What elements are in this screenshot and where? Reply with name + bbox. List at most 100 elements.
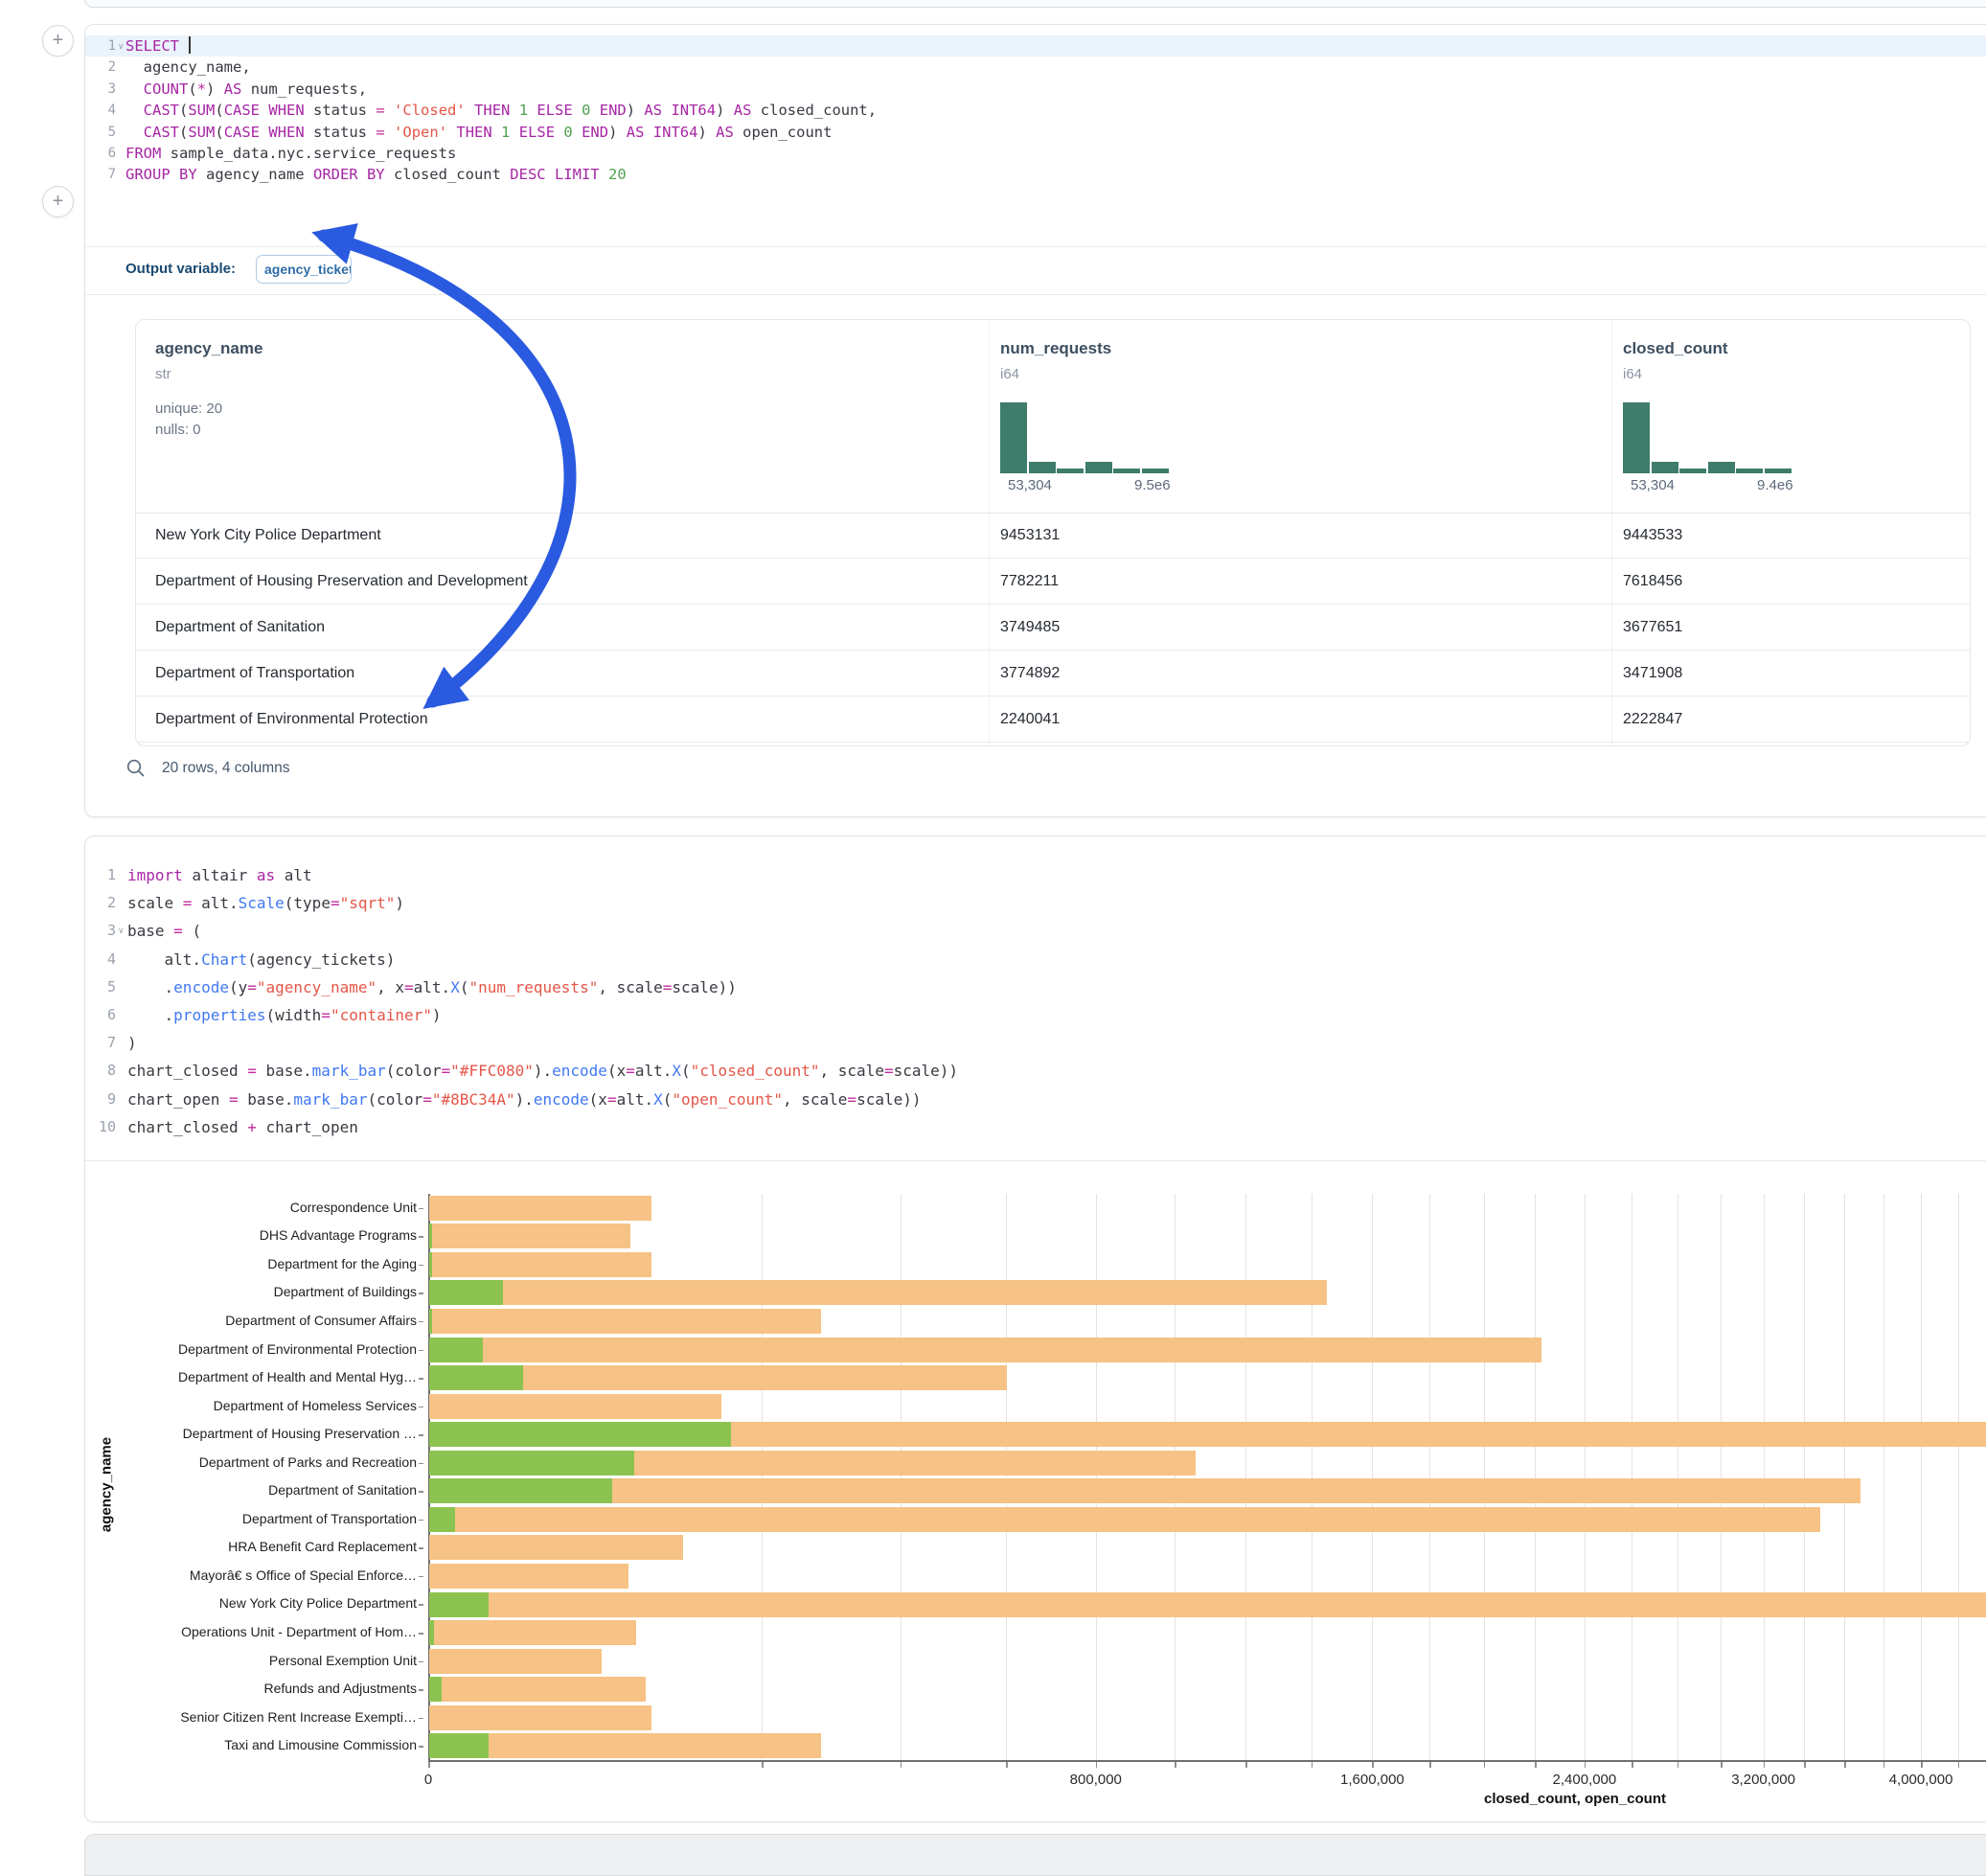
column-type: i64 <box>1000 366 1019 382</box>
notebook-canvas: + + 1∨SELECT 2 agency_name,3 COUNT(*) AS… <box>0 0 1986 1863</box>
gridline <box>762 1194 763 1760</box>
gridline <box>1921 1194 1922 1760</box>
axis-tick <box>762 1762 764 1768</box>
y-axis-label: Department of Homeless Services <box>101 1398 417 1413</box>
axis-tick <box>1245 1762 1247 1768</box>
axis-tick <box>419 1321 423 1323</box>
altair-chart: agency_name closed_count, open_count 080… <box>85 836 1986 1821</box>
code-token: CAST <box>144 102 179 119</box>
hist-max-label: 9.4e6 <box>1757 477 1793 493</box>
code-token: num_requests, <box>241 80 367 98</box>
code-line[interactable]: 1∨SELECT <box>85 35 1986 57</box>
hist-min-label: 53,304 <box>1008 477 1052 493</box>
chevron-down-icon[interactable]: ∨ <box>118 35 125 57</box>
line-number: 1 <box>89 35 116 57</box>
line-number: 2 <box>89 57 116 78</box>
code-token: INT64 <box>671 102 716 119</box>
gridline <box>1429 1194 1430 1760</box>
gridline <box>1958 1194 1959 1760</box>
code-line[interactable]: 2 agency_name, <box>85 57 1986 78</box>
code-line[interactable]: 6FROM sample_data.nyc.service_requests <box>85 143 1986 164</box>
table-cell: Department of Housing Preservation and D… <box>155 559 528 604</box>
hist-bar <box>1623 402 1650 473</box>
text-cursor <box>189 36 191 54</box>
line-number: 3 <box>89 79 116 100</box>
axis-tick <box>419 1604 423 1606</box>
axis-tick <box>419 1236 423 1238</box>
bar-closed <box>429 1280 1327 1305</box>
code-token <box>126 124 144 141</box>
axis-tick <box>419 1520 423 1521</box>
code-line[interactable]: 4 CAST(SUM(CASE WHEN status = 'Closed' T… <box>85 100 1986 121</box>
y-axis-label: Senior Citizen Rent Increase Exempti… <box>101 1709 417 1725</box>
code-token: ( <box>188 80 196 98</box>
hist-bar <box>1765 469 1792 473</box>
code-token <box>644 124 652 141</box>
code-token: ELSE <box>519 124 555 141</box>
bar-open <box>429 1592 489 1617</box>
search-icon[interactable] <box>126 758 147 779</box>
code-token: AS <box>734 102 752 119</box>
code-token: DESC <box>510 166 545 183</box>
table-cell: 3749485 <box>1000 605 1060 650</box>
axis-tick <box>419 1661 423 1663</box>
gridline <box>1721 1194 1722 1760</box>
code-token: AS <box>716 124 734 141</box>
hist-max-label: 9.5e6 <box>1134 477 1171 493</box>
x-tick-label: 3,200,000 <box>1731 1772 1795 1788</box>
code-token: ( <box>215 124 223 141</box>
gridline <box>1312 1194 1313 1760</box>
bar-closed <box>429 1592 1986 1617</box>
code-token <box>573 102 582 119</box>
code-token: CAST <box>144 124 179 141</box>
gridline <box>1096 1194 1097 1760</box>
add-cell-button[interactable]: + <box>42 25 74 57</box>
code-token: WHEN <box>268 102 304 119</box>
axis-tick <box>419 1576 423 1578</box>
table-row: Department of Housing Preservation and D… <box>136 559 1970 605</box>
code-token: SUM <box>188 102 215 119</box>
axis-tick <box>1535 1762 1537 1768</box>
next-cell-edge <box>84 1834 1986 1876</box>
column-histogram <box>1000 397 1173 473</box>
hist-bar <box>1057 469 1084 473</box>
gridline <box>1372 1194 1373 1760</box>
y-axis-label: Department of Consumer Affairs <box>101 1313 417 1328</box>
y-axis-label: Department of Buildings <box>101 1284 417 1299</box>
axis-tick <box>1372 1762 1374 1768</box>
column-header[interactable]: agency_name <box>155 339 263 358</box>
previous-cell-edge <box>84 0 1986 8</box>
column-header[interactable]: num_requests <box>1000 339 1111 358</box>
x-tick-label: 1,600,000 <box>1340 1772 1404 1788</box>
hist-bar <box>1736 469 1763 473</box>
code-token: sample_data.nyc.service_requests <box>161 145 456 162</box>
code-token <box>447 124 456 141</box>
axis-tick <box>1958 1762 1960 1768</box>
code-line[interactable]: 7GROUP BY agency_name ORDER BY closed_co… <box>85 164 1986 185</box>
code-line[interactable]: 5 CAST(SUM(CASE WHEN status = 'Open' THE… <box>85 122 1986 143</box>
x-tick-label: 4,000,000 <box>1889 1772 1953 1788</box>
output-variable-pill[interactable]: agency_tickets <box>256 255 352 284</box>
column-header[interactable]: closed_count <box>1623 339 1728 358</box>
bar-open <box>429 1252 432 1277</box>
code-token <box>126 80 144 98</box>
y-axis-label: Department of Health and Mental Hyg… <box>101 1369 417 1384</box>
dataframe-footer: 20 rows, 4 columns <box>126 754 290 783</box>
code-token: ) <box>697 124 716 141</box>
y-axis-label: Personal Exemption Unit <box>101 1653 417 1668</box>
add-cell-button-2[interactable]: + <box>42 186 74 217</box>
axis-tick <box>1585 1762 1587 1768</box>
code-line[interactable]: 3 COUNT(*) AS num_requests, <box>85 79 1986 100</box>
axis-tick <box>419 1293 423 1294</box>
axis-tick <box>1921 1762 1923 1768</box>
table-cell: 9443533 <box>1623 513 1682 558</box>
gridline <box>1535 1194 1536 1760</box>
code-token: AS <box>224 80 242 98</box>
y-axis-label: Refunds and Adjustments <box>101 1681 417 1696</box>
code-text: SELECT <box>126 35 191 57</box>
table-cell: 7782211 <box>1000 559 1059 604</box>
y-axis-label: New York City Police Department <box>101 1595 417 1611</box>
code-token: ) <box>627 102 645 119</box>
code-token: SUM <box>188 124 215 141</box>
axis-tick <box>1175 1762 1176 1768</box>
